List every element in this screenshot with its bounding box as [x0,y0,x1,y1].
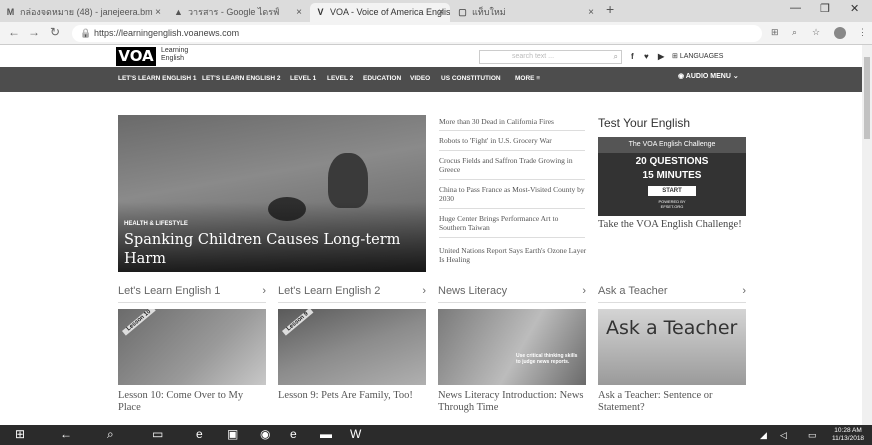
audio-menu-button[interactable]: ◉ AUDIO MENU ⌄ [678,72,739,80]
nav-item-lle2[interactable]: LET'S LEARN ENGLISH 2 [202,75,280,82]
browser-tab-strip: M กล่องจดหมาย (48) - janejeera.bm × ▲ วา… [0,0,872,22]
profile-avatar[interactable] [834,27,846,39]
task-view-icon[interactable]: ▭ [152,427,163,441]
section-caption[interactable]: Lesson 10: Come Over to My Place [118,390,268,414]
close-icon[interactable]: × [438,3,444,22]
forward-icon[interactable]: → [28,25,40,39]
nav-item-level1[interactable]: LEVEL 1 [290,75,316,82]
hero-story[interactable]: HEALTH & LIFESTYLE Spanking Children Cau… [118,115,426,272]
chevron-right-icon: › [582,285,586,297]
main-nav: LET'S LEARN ENGLISH 1 LET'S LEARN ENGLIS… [0,67,862,92]
tab-gmail[interactable]: M กล่องจดหมาย (48) - janejeera.bm × [0,3,167,22]
page-icon: ▢ [458,7,467,17]
chevron-right-icon: › [262,285,266,297]
network-icon[interactable]: ◢ [760,430,767,441]
chevron-right-icon: › [742,285,746,297]
headline-link[interactable]: China to Pass France as Most-Visited Cou… [439,185,587,203]
hero-image-child [328,153,368,208]
back-icon[interactable]: ← [60,427,72,441]
tab-drive[interactable]: ▲ วารสาร - Google ไดรฟ์ × [168,3,308,22]
headline-link[interactable]: More than 30 Dead in California Fires [439,117,587,126]
chrome-icon[interactable]: ◉ [260,427,270,441]
scrollbar-thumb[interactable] [864,57,870,139]
section-header-news-literacy[interactable]: News Literacy › [438,285,586,303]
test-english-title: Test Your English [598,116,691,130]
nav-item-video[interactable]: VIDEO [410,75,430,82]
voa-icon: V [317,7,324,17]
english-challenge-banner[interactable]: The VOA English Challenge 20 QUESTIONS 1… [598,137,746,216]
back-icon[interactable]: ← [8,25,20,39]
start-button[interactable]: START [648,186,696,196]
headline-link[interactable]: United Nations Report Says Earth's Ozone… [439,246,587,264]
star-icon[interactable]: ☆ [812,27,820,38]
notification-icon[interactable]: ▭ [808,430,817,441]
chevron-right-icon: › [422,285,426,297]
close-icon[interactable]: × [296,3,302,22]
ask-teacher-thumbnail[interactable]: Ask a Teacher [598,309,746,385]
address-bar-row: ← → ↻ 🔒 https://learningenglish.voanews.… [0,22,872,45]
lesson-9-thumbnail[interactable]: Lesson 9 [278,309,426,385]
nav-item-education[interactable]: EDUCATION [363,75,401,82]
restore-button[interactable]: ❐ [820,2,830,15]
nav-item-lle1[interactable]: LET'S LEARN ENGLISH 1 [118,75,196,82]
drive-icon: ▲ [174,7,183,17]
test-english-link[interactable]: Take the VOA English Challenge! [598,219,746,231]
lesson-10-thumbnail[interactable]: Lesson 10 [118,309,266,385]
tab-new[interactable]: ▢ แท็บใหม่ × [452,3,600,22]
news-literacy-thumbnail[interactable]: Use critical thinking skills to judge ne… [438,309,586,385]
page-scrollbar[interactable] [862,45,872,425]
gmail-icon: M [6,7,15,17]
languages-button[interactable]: ⊞ LANGUAGES [672,52,723,60]
headline-link[interactable]: Huge Center Brings Performance Art to So… [439,214,587,232]
section-header-lle1[interactable]: Let's Learn English 1 › [118,285,266,303]
zoom-icon[interactable]: ⌕ [792,27,797,38]
section-header-ask-teacher[interactable]: Ask a Teacher › [598,285,746,303]
store-icon[interactable]: ▣ [227,427,238,441]
close-window-button[interactable]: ✕ [850,2,859,15]
lock-icon: 🔒 [80,28,92,38]
site-search-input[interactable]: search text ... ⌕ [479,50,622,64]
volume-icon[interactable]: ◁ [780,430,787,441]
twitter-icon[interactable]: ♥ [644,52,649,61]
hero-category: HEALTH & LIFESTYLE [124,221,188,227]
menu-icon[interactable]: ⋮ [858,27,867,38]
edge-icon[interactable]: e [196,427,203,441]
section-caption[interactable]: News Literacy Introduction: News Through… [438,390,588,414]
nav-item-level2[interactable]: LEVEL 2 [327,75,353,82]
nav-item-more[interactable]: MORE ≡ [515,75,540,82]
headline-link[interactable]: Crocus Fields and Saffron Trade Growing … [439,156,587,174]
headline-link[interactable]: Robots to 'Fight' in U.S. Grocery War [439,136,587,145]
url-field[interactable]: 🔒 https://learningenglish.voanews.com [72,25,762,42]
ie-icon[interactable]: e [290,427,297,441]
reload-icon[interactable]: ↻ [50,25,60,39]
section-caption[interactable]: Ask a Teacher: Sentence or Statement? [598,390,748,414]
tab-voa[interactable]: V VOA - Voice of America English × [310,3,450,22]
search-icon[interactable]: ⌕ [614,51,618,63]
minimize-button[interactable]: — [790,2,801,14]
facebook-icon[interactable]: f [631,52,634,61]
voa-logo[interactable]: VOA [116,47,156,66]
search-icon[interactable]: ⌕ [107,427,114,442]
logo-subtitle: Learning English [161,47,189,62]
youtube-icon[interactable]: ▶ [658,52,664,61]
new-tab-button[interactable]: + [606,1,614,17]
close-icon[interactable]: × [588,3,594,22]
nav-item-us-constitution[interactable]: US CONSTITUTION [441,75,501,82]
file-explorer-icon[interactable]: ▬ [320,427,332,441]
windows-start-icon[interactable]: ⊞ [15,427,25,441]
translate-icon[interactable]: ⊞ [771,27,779,38]
word-icon[interactable]: W [350,427,361,441]
system-clock[interactable]: 10:28 AM 11/13/2018 [832,427,864,443]
close-icon[interactable]: × [155,3,161,22]
windows-taskbar: ⊞ ← ⌕ ▭ e ▣ ◉ e ▬ W ◢ ◁ ▭ 10:28 AM 11/13… [0,425,872,445]
section-header-lle2[interactable]: Let's Learn English 2 › [278,285,426,303]
hero-title[interactable]: Spanking Children Causes Long-term Harm [124,231,414,269]
section-caption[interactable]: Lesson 9: Pets Are Family, Too! [278,390,428,402]
